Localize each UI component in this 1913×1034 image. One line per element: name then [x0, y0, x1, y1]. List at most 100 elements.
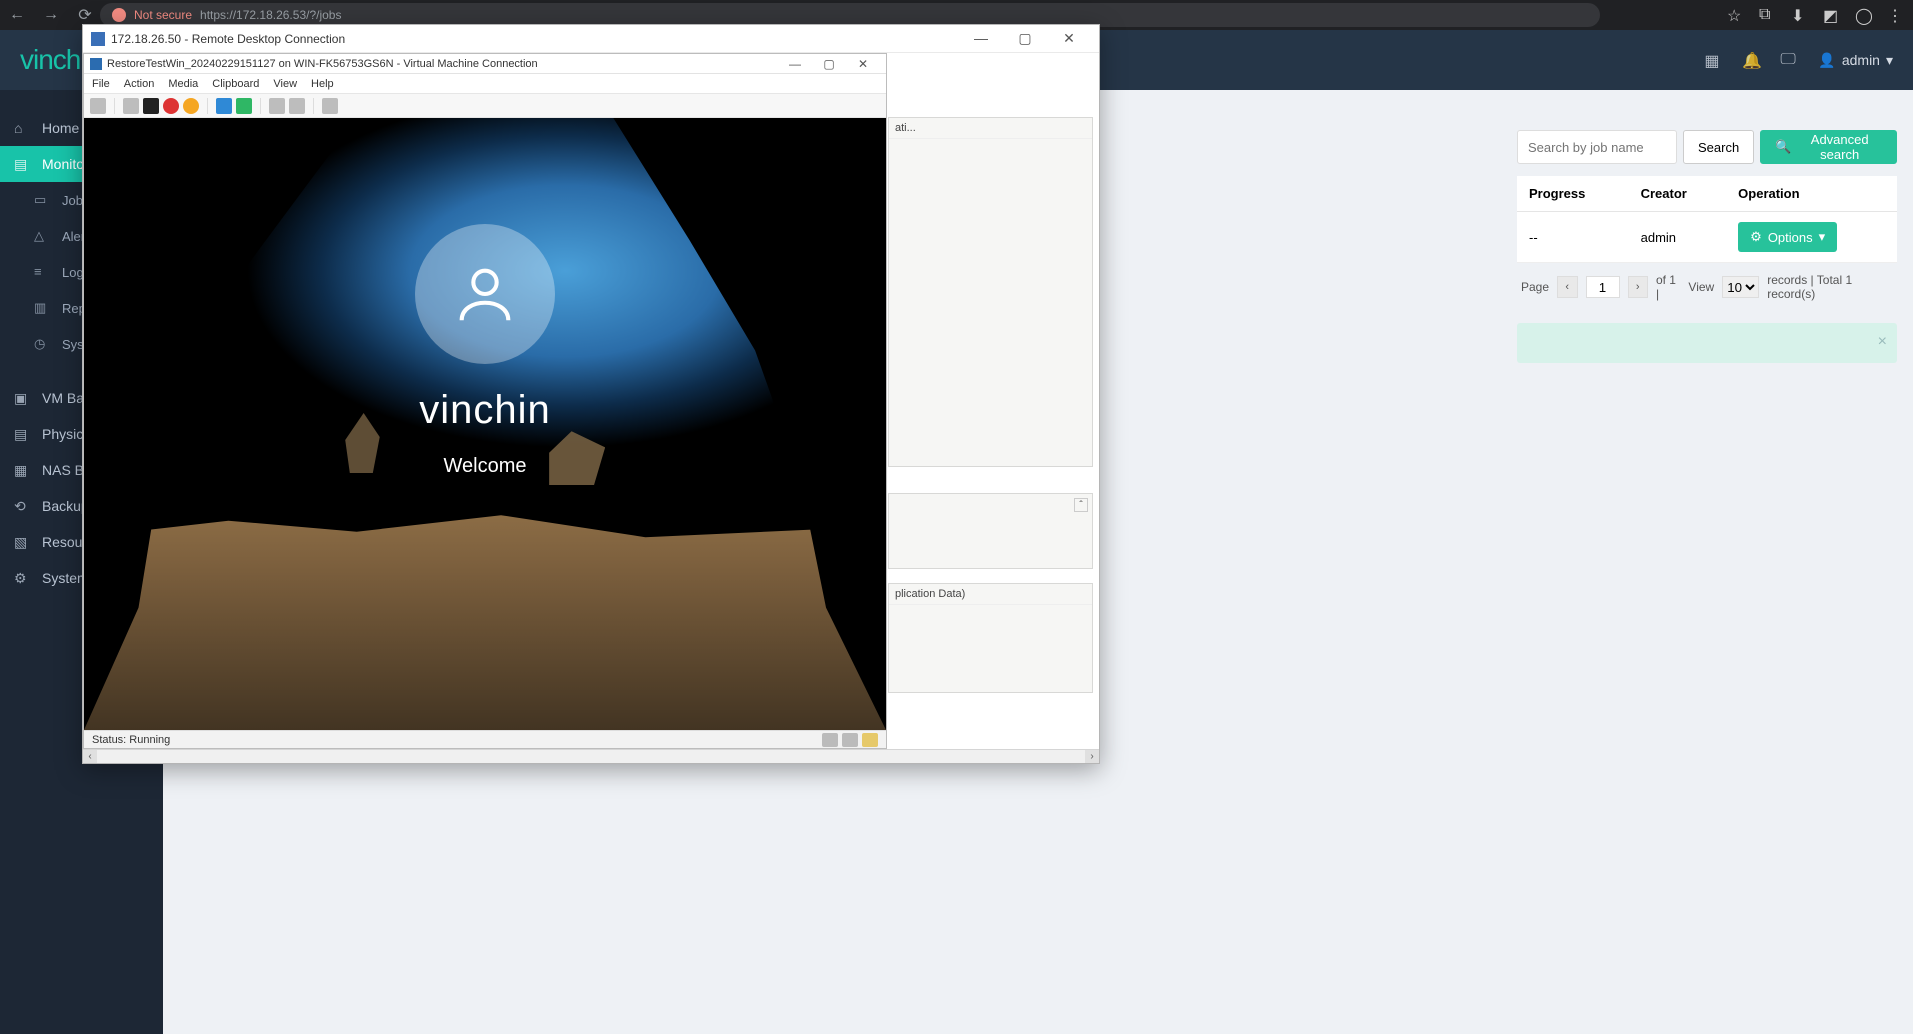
- login-box: vinchin Welcome: [415, 224, 555, 478]
- page-input[interactable]: [1586, 276, 1620, 298]
- menu-icon[interactable]: ⋮: [1887, 6, 1905, 24]
- pause-icon[interactable]: [216, 98, 232, 114]
- not-secure-label: Not secure: [134, 8, 192, 22]
- page-prev-button[interactable]: ‹: [1557, 276, 1577, 298]
- grid-icon[interactable]: ▦: [1704, 51, 1722, 69]
- pager: Page ‹ › of 1 | View 10 records | Total …: [1517, 263, 1897, 311]
- menu-view[interactable]: View: [273, 78, 297, 90]
- monitor-icon: ▤: [14, 156, 30, 172]
- ctrl-alt-del-icon[interactable]: [90, 98, 106, 114]
- peek-panel-1: ati...: [888, 117, 1093, 467]
- vmconn-icon: [90, 58, 102, 70]
- maximize-button[interactable]: ▢: [1003, 30, 1047, 47]
- chevron-down-icon: ▾: [1819, 229, 1826, 245]
- physical-icon: ▤: [14, 426, 30, 442]
- turnoff-icon[interactable]: [143, 98, 159, 114]
- monitor-icon[interactable]: 🖵: [1780, 51, 1798, 69]
- user-icon: 👤: [1818, 52, 1835, 69]
- nav-back-icon[interactable]: ←: [8, 6, 26, 24]
- rdp-window: 172.18.26.50 - Remote Desktop Connection…: [82, 24, 1100, 764]
- bell-icon: △: [34, 228, 50, 244]
- backup-icon: ⟲: [14, 498, 30, 514]
- vm-maximize-button[interactable]: ▢: [812, 57, 846, 71]
- nas-icon: ▦: [14, 462, 30, 478]
- system-icon: ◷: [34, 336, 50, 352]
- jobs-table: Progress Creator Operation -- admin ⚙ Op…: [1517, 176, 1897, 263]
- rdp-icon: [91, 32, 105, 46]
- anon-icon[interactable]: ◯: [1855, 6, 1873, 24]
- user-menu[interactable]: 👤 admin ▾: [1818, 52, 1893, 69]
- jobs-icon: ▭: [34, 192, 50, 208]
- vmconn-window: RestoreTestWin_20240229151127 on WIN-FK5…: [83, 53, 887, 749]
- menu-file[interactable]: File: [92, 78, 110, 90]
- peek-panel-3: plication Data): [888, 583, 1093, 693]
- menu-help[interactable]: Help: [311, 78, 334, 90]
- scroll-left-icon[interactable]: ‹: [83, 750, 97, 763]
- chevron-up-icon[interactable]: ˆ: [1074, 498, 1088, 512]
- view-label: View: [1688, 280, 1714, 294]
- gear-icon: ⚙: [1750, 229, 1762, 245]
- search-button[interactable]: Search: [1683, 130, 1754, 164]
- records-label: records | Total 1 record(s): [1767, 273, 1893, 301]
- menu-action[interactable]: Action: [124, 78, 155, 90]
- minimize-button[interactable]: —: [959, 30, 1003, 46]
- nav-reload-icon[interactable]: ⟳: [76, 6, 94, 24]
- vm-minimize-button[interactable]: —: [778, 57, 812, 71]
- chevron-down-icon: ▾: [1886, 52, 1893, 69]
- vm-status-text: Status: Running: [92, 734, 170, 746]
- peek-text: plication Data): [889, 584, 1092, 605]
- disk-icon: [842, 733, 858, 747]
- menu-clipboard[interactable]: Clipboard: [212, 78, 259, 90]
- nav-forward-icon[interactable]: →: [42, 6, 60, 24]
- advanced-search-button[interactable]: 🔍 Advanced search: [1760, 130, 1897, 164]
- search-icon: 🔍: [1775, 139, 1791, 155]
- search-input[interactable]: [1517, 130, 1677, 164]
- extension-icon[interactable]: ⧉: [1759, 6, 1777, 24]
- reset-icon[interactable]: [236, 98, 252, 114]
- table-row[interactable]: -- admin ⚙ Options ▾: [1517, 212, 1897, 263]
- enhanced-icon[interactable]: [322, 98, 338, 114]
- save-icon[interactable]: [183, 98, 199, 114]
- close-button[interactable]: ✕: [1047, 30, 1091, 47]
- display-icon: [822, 733, 838, 747]
- vm-icon: ▣: [14, 390, 30, 406]
- profile-icon[interactable]: ◩: [1823, 6, 1841, 24]
- gear-icon: ⚙: [14, 570, 30, 586]
- page-next-button[interactable]: ›: [1628, 276, 1648, 298]
- username-label: admin: [1842, 52, 1880, 68]
- col-operation[interactable]: Operation: [1726, 176, 1897, 212]
- page-size-select[interactable]: 10: [1722, 276, 1759, 298]
- star-icon[interactable]: ☆: [1727, 6, 1745, 24]
- lock-icon: [862, 733, 878, 747]
- bell-icon[interactable]: 🔔: [1742, 51, 1760, 69]
- login-welcome: Welcome: [415, 455, 555, 478]
- url-text: https://172.18.26.53/?/jobs: [200, 8, 341, 22]
- scroll-right-icon[interactable]: ›: [1085, 750, 1099, 763]
- menu-media[interactable]: Media: [168, 78, 198, 90]
- report-icon: ▥: [34, 300, 50, 316]
- close-icon[interactable]: ×: [1878, 333, 1887, 351]
- avatar-icon: [415, 224, 555, 364]
- checkpoint-icon[interactable]: [269, 98, 285, 114]
- col-progress[interactable]: Progress: [1517, 176, 1629, 212]
- scrollbar[interactable]: ‹ ›: [83, 749, 1099, 763]
- download-icon[interactable]: ⬇: [1791, 6, 1809, 24]
- adv-label: Advanced search: [1797, 132, 1882, 162]
- page-label: Page: [1521, 280, 1549, 294]
- shutdown-icon[interactable]: [163, 98, 179, 114]
- options-button[interactable]: ⚙ Options ▾: [1738, 222, 1837, 252]
- options-label: Options: [1768, 230, 1813, 245]
- app-logo: vinch: [20, 44, 80, 76]
- vm-screen[interactable]: vinchin Welcome: [84, 118, 886, 730]
- login-username: vinchin: [415, 388, 555, 433]
- peek-panel-2: ˆ: [888, 493, 1093, 569]
- revert-icon[interactable]: [289, 98, 305, 114]
- col-creator[interactable]: Creator: [1629, 176, 1727, 212]
- log-icon: ≡: [34, 264, 50, 280]
- cell-creator: admin: [1629, 212, 1727, 263]
- vmconn-title-text: RestoreTestWin_20240229151127 on WIN-FK5…: [107, 58, 538, 70]
- resource-icon: ▧: [14, 534, 30, 550]
- vm-close-button[interactable]: ✕: [846, 57, 880, 71]
- sidebar-label: Home: [42, 120, 79, 136]
- start-icon[interactable]: [123, 98, 139, 114]
